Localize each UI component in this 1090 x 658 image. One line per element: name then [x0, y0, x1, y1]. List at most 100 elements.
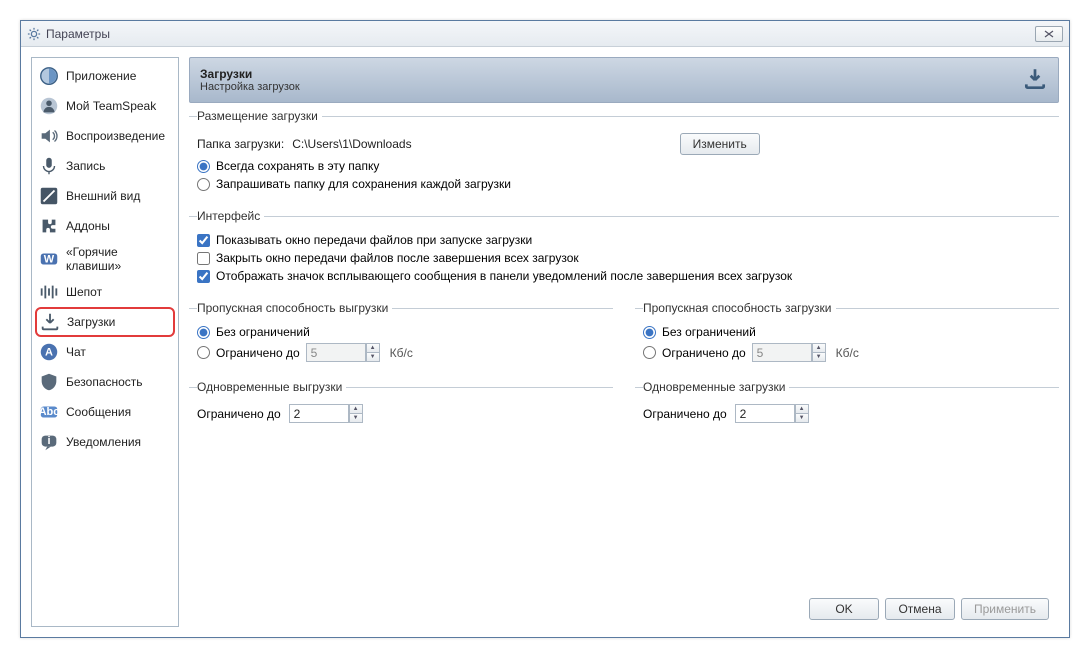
spinner-buttons[interactable]: ▲▼: [349, 404, 363, 423]
svg-text:W: W: [44, 254, 55, 266]
simultaneous-uploads-group: Одновременные выгрузки Ограничено до 2 ▲…: [189, 380, 613, 437]
unit-label: Кб/с: [836, 346, 859, 360]
change-folder-button[interactable]: Изменить: [680, 133, 760, 155]
info-icon: i: [38, 431, 60, 453]
cancel-button[interactable]: Отмена: [885, 598, 955, 620]
keyboard-icon: W: [38, 248, 60, 270]
panel-title: Загрузки: [200, 67, 1022, 81]
app-icon: [38, 65, 60, 87]
radio-input[interactable]: [197, 160, 210, 173]
spin-down-icon[interactable]: ▼: [350, 414, 362, 422]
radio-input[interactable]: [643, 326, 656, 339]
radio-download-limited[interactable]: Ограничено до 5 ▲▼ Кб/с: [643, 343, 1051, 362]
dialog-footer: OK Отмена Применить: [189, 591, 1059, 627]
radio-input[interactable]: [197, 178, 210, 191]
sidebar-item-playback[interactable]: Воспроизведение: [35, 121, 175, 151]
limit-label: Ограничено до: [197, 407, 281, 421]
checkbox-close-transfer[interactable]: Закрыть окно передачи файлов после завер…: [197, 251, 1051, 265]
spin-up-icon[interactable]: ▲: [367, 344, 379, 353]
sidebar-item-chat[interactable]: A Чат: [35, 337, 175, 367]
spin-up-icon[interactable]: ▲: [796, 405, 808, 414]
download-icon: [39, 311, 61, 333]
group-legend: Интерфейс: [197, 209, 264, 223]
panel-content: Размещение загрузки Папка загрузки: C:\U…: [189, 103, 1059, 591]
sidebar-item-hotkeys[interactable]: W «Горячие клавиши»: [35, 241, 175, 277]
radio-label: Ограничено до: [216, 346, 300, 360]
spin-up-icon[interactable]: ▲: [813, 344, 825, 353]
sidebar-item-label: Мой TeamSpeak: [66, 99, 156, 113]
download-limit-input[interactable]: 5: [752, 343, 812, 362]
radio-upload-unlimited[interactable]: Без ограничений: [197, 325, 605, 339]
radio-always-save[interactable]: Всегда сохранять в эту папку: [197, 159, 1051, 173]
sim-upload-input[interactable]: 2: [289, 404, 349, 423]
radio-label: Без ограничений: [216, 325, 310, 339]
radio-input[interactable]: [197, 346, 210, 359]
group-legend: Одновременные загрузки: [643, 380, 789, 394]
sidebar-item-addons[interactable]: Аддоны: [35, 211, 175, 241]
upload-limit-input[interactable]: 5: [306, 343, 366, 362]
panel-subtitle: Настройка загрузок: [200, 81, 1022, 93]
panel-header: Загрузки Настройка загрузок: [189, 57, 1059, 103]
checkbox-label: Показывать окно передачи файлов при запу…: [216, 233, 532, 247]
checkbox-input[interactable]: [197, 270, 210, 283]
sidebar-item-security[interactable]: Безопасность: [35, 367, 175, 397]
window-title: Параметры: [46, 27, 1035, 41]
group-legend: Пропускная способность загрузки: [643, 301, 836, 315]
sidebar-item-application[interactable]: Приложение: [35, 61, 175, 91]
sim-download-input[interactable]: 2: [735, 404, 795, 423]
sidebar-item-label: Шепот: [66, 285, 102, 299]
spinner-buttons[interactable]: ▲▼: [812, 343, 826, 362]
checkbox-tray-notify[interactable]: Отображать значок всплывающего сообщения…: [197, 269, 1051, 283]
checkbox-input[interactable]: [197, 234, 210, 247]
ok-button[interactable]: OK: [809, 598, 879, 620]
sidebar: Приложение Мой TeamSpeak Воспроизведение…: [31, 57, 179, 627]
sidebar-item-teamspeak[interactable]: Мой TeamSpeak: [35, 91, 175, 121]
checkbox-show-transfer[interactable]: Показывать окно передачи файлов при запу…: [197, 233, 1051, 247]
sidebar-item-label: Безопасность: [66, 375, 143, 389]
sidebar-item-label: Чат: [66, 345, 86, 359]
checkbox-input[interactable]: [197, 252, 210, 265]
shield-icon: [38, 371, 60, 393]
sidebar-item-label: Аддоны: [66, 219, 110, 233]
titlebar: Параметры: [21, 21, 1069, 47]
main-panel: Загрузки Настройка загрузок Размещение з…: [189, 57, 1059, 627]
radio-label: Ограничено до: [662, 346, 746, 360]
sidebar-item-label: Приложение: [66, 69, 136, 83]
sidebar-item-design[interactable]: Внешний вид: [35, 181, 175, 211]
sidebar-item-label: Воспроизведение: [66, 129, 165, 143]
sidebar-item-whisper[interactable]: Шепот: [35, 277, 175, 307]
sidebar-item-messages[interactable]: Abc Сообщения: [35, 397, 175, 427]
radio-ask-folder[interactable]: Запрашивать папку для сохранения каждой …: [197, 177, 1051, 191]
group-legend: Пропускная способность выгрузки: [197, 301, 392, 315]
spinner-buttons[interactable]: ▲▼: [795, 404, 809, 423]
checkbox-label: Отображать значок всплывающего сообщения…: [216, 269, 792, 283]
radio-upload-limited[interactable]: Ограничено до 5 ▲▼ Кб/с: [197, 343, 605, 362]
settings-window: Параметры Приложение Мой TeamSpeak Воспр…: [20, 20, 1070, 638]
sidebar-item-label: «Горячие клавиши»: [66, 245, 172, 273]
user-icon: [38, 95, 60, 117]
spin-down-icon[interactable]: ▼: [367, 353, 379, 361]
group-legend: Одновременные выгрузки: [197, 380, 346, 394]
spin-up-icon[interactable]: ▲: [350, 405, 362, 414]
sidebar-item-label: Сообщения: [66, 405, 131, 419]
spinner-buttons[interactable]: ▲▼: [366, 343, 380, 362]
folder-path: C:\Users\1\Downloads: [292, 137, 411, 151]
radio-download-unlimited[interactable]: Без ограничений: [643, 325, 1051, 339]
spin-down-icon[interactable]: ▼: [813, 353, 825, 361]
speaker-icon: [38, 125, 60, 147]
window-body: Приложение Мой TeamSpeak Воспроизведение…: [21, 47, 1069, 637]
download-location-group: Размещение загрузки Папка загрузки: C:\U…: [189, 109, 1059, 205]
folder-label: Папка загрузки:: [197, 137, 284, 151]
sidebar-item-capture[interactable]: Запись: [35, 151, 175, 181]
radio-input[interactable]: [197, 326, 210, 339]
close-button[interactable]: [1035, 26, 1063, 42]
radio-label: Всегда сохранять в эту папку: [216, 159, 379, 173]
whisper-icon: [38, 281, 60, 303]
sidebar-item-downloads[interactable]: Загрузки: [35, 307, 175, 337]
radio-input[interactable]: [643, 346, 656, 359]
sidebar-item-notifications[interactable]: i Уведомления: [35, 427, 175, 457]
svg-text:i: i: [47, 435, 50, 447]
message-icon: Abc: [38, 401, 60, 423]
apply-button[interactable]: Применить: [961, 598, 1049, 620]
spin-down-icon[interactable]: ▼: [796, 414, 808, 422]
